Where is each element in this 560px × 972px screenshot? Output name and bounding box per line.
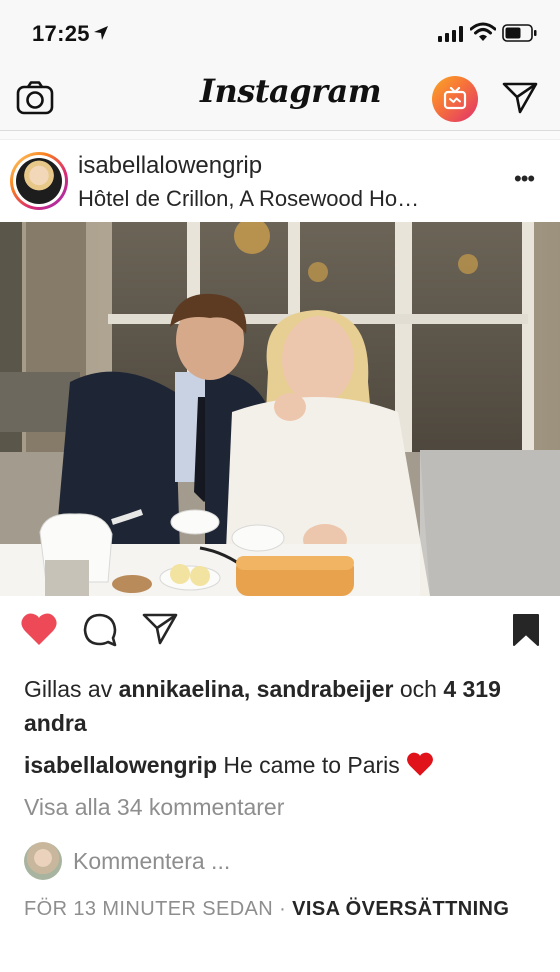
see-translation-link[interactable]: VISA ÖVERSÄTTNING xyxy=(292,898,509,920)
likes-prefix: Gillas av xyxy=(24,676,113,702)
liker-username[interactable]: sandrabeijer xyxy=(257,676,394,702)
post-image[interactable] xyxy=(0,222,560,596)
wifi-icon xyxy=(469,22,497,47)
post-actions xyxy=(0,596,560,666)
location-arrow-icon xyxy=(93,25,109,46)
likes-and: och xyxy=(399,676,437,702)
view-all-comments-link[interactable]: Visa alla 34 kommentarer xyxy=(24,794,284,821)
post-timestamp: FÖR 13 MINUTER SEDAN xyxy=(24,898,274,920)
post-location[interactable]: Hôtel de Crillon, A Rosewood Ho… xyxy=(78,186,419,212)
post-caption: isabellalowengrip He came to Paris xyxy=(24,748,554,786)
story-avatar[interactable] xyxy=(10,152,68,210)
comment-icon[interactable] xyxy=(82,612,118,653)
post-username[interactable]: isabellalowengrip xyxy=(78,152,262,180)
feed-separator xyxy=(0,131,560,140)
add-comment-row[interactable]: Kommentera ... xyxy=(24,842,544,882)
likes-summary[interactable]: Gillas av annikaelina, sandrabeijer och … xyxy=(24,672,544,740)
status-bar: 17:25 xyxy=(0,0,560,66)
cellular-signal-icon xyxy=(438,26,464,47)
igtv-icon[interactable] xyxy=(432,76,478,122)
red-heart-icon xyxy=(406,751,434,786)
battery-icon xyxy=(502,24,538,47)
instagram-logo: Instagram xyxy=(200,72,382,110)
share-icon[interactable] xyxy=(142,612,178,651)
avatar xyxy=(24,842,62,880)
caption-text: He came to Paris xyxy=(223,752,400,778)
post-timestamp-row: FÖR 13 MINUTER SEDAN · VISA ÖVERSÄTTNING xyxy=(24,895,544,924)
liker-username[interactable]: annikaelina xyxy=(119,676,244,702)
likes-separator: , xyxy=(243,676,251,702)
like-heart-icon[interactable] xyxy=(20,612,58,651)
camera-icon[interactable] xyxy=(16,81,54,120)
caption-username[interactable]: isabellalowengrip xyxy=(24,752,217,778)
avatar xyxy=(16,158,62,204)
status-time: 17:25 xyxy=(32,21,90,46)
direct-message-icon[interactable] xyxy=(502,81,538,120)
post-header: isabellalowengrip Hôtel de Crillon, A Ro… xyxy=(0,140,560,222)
separator-dot: · xyxy=(279,898,287,920)
comment-input[interactable]: Kommentera ... xyxy=(73,848,230,875)
more-options-icon[interactable]: ••• xyxy=(514,168,535,190)
bookmark-icon[interactable] xyxy=(512,613,540,652)
top-navigation-bar: Instagram xyxy=(0,66,560,131)
